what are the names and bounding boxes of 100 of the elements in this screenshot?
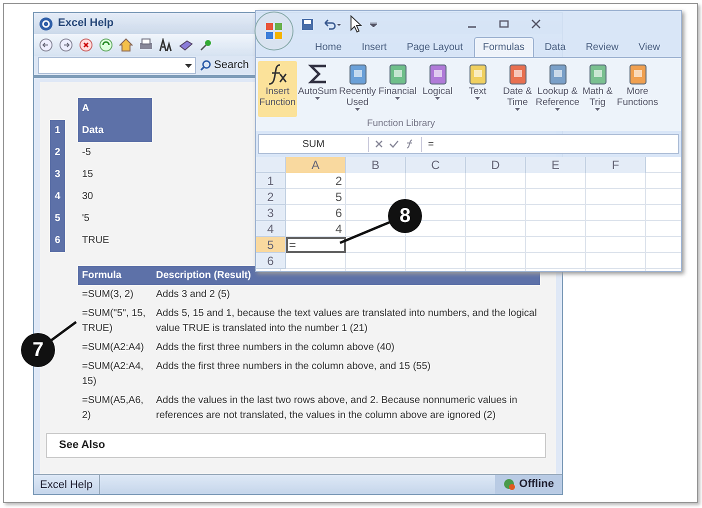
row-number: 4 bbox=[50, 186, 65, 208]
column-header: Description (Result) bbox=[155, 269, 252, 283]
text-size-icon[interactable] bbox=[159, 38, 173, 52]
table-cell-text: Adds the values in the last two rows above, and 2. Because nonnumeric values in references are not translated, the values in the column above are ignored (2) bbox=[155, 394, 518, 423]
ribbon-button[interactable]: More Functions bbox=[618, 61, 657, 117]
back-icon[interactable] bbox=[39, 38, 53, 52]
column-header[interactable]: B bbox=[346, 157, 406, 173]
row-header[interactable]: 5 bbox=[256, 237, 286, 253]
offline-status[interactable]: Offline bbox=[495, 475, 562, 494]
book-icon[interactable] bbox=[179, 38, 193, 52]
undo-icon[interactable] bbox=[322, 18, 342, 30]
leader-line bbox=[48, 320, 78, 342]
office-button-icon[interactable] bbox=[254, 11, 294, 51]
name-box[interactable]: SUM bbox=[259, 136, 369, 152]
window-title: Excel Help bbox=[58, 16, 114, 32]
book-icon bbox=[586, 62, 608, 86]
column-header[interactable]: E bbox=[526, 157, 586, 173]
ribbon-tab[interactable]: Page Layout bbox=[398, 37, 472, 57]
print-icon[interactable] bbox=[139, 38, 153, 52]
caret-icon[interactable] bbox=[185, 64, 192, 68]
callout-badge: 7 bbox=[21, 333, 55, 367]
book-icon bbox=[546, 62, 568, 86]
caret-icon[interactable] bbox=[370, 21, 377, 27]
grid-cell[interactable]: 5 bbox=[286, 189, 346, 205]
book-icon bbox=[626, 62, 648, 86]
column-header: Data bbox=[78, 120, 152, 142]
ribbon-button[interactable]: Financial bbox=[378, 61, 417, 117]
book-icon bbox=[386, 62, 408, 86]
ribbon-tab[interactable]: Formulas bbox=[474, 37, 534, 57]
table-cell-text: -5 bbox=[81, 146, 92, 160]
section-heading[interactable]: See Also bbox=[46, 433, 546, 458]
column-header[interactable]: D bbox=[466, 157, 526, 173]
ribbon-tab[interactable]: Review bbox=[576, 37, 628, 57]
row-number: 6 bbox=[50, 230, 65, 252]
grid-cell[interactable]: 4 bbox=[286, 221, 346, 237]
home-icon[interactable] bbox=[119, 38, 133, 52]
book-icon bbox=[506, 62, 528, 86]
ribbon-button[interactable]: Recently Used bbox=[338, 61, 377, 117]
refresh-icon[interactable] bbox=[99, 38, 113, 52]
help-icon bbox=[39, 16, 53, 30]
column-header[interactable]: A bbox=[286, 157, 346, 173]
maximize-icon[interactable] bbox=[499, 19, 509, 29]
cancel-icon[interactable] bbox=[375, 140, 383, 148]
stop-icon[interactable] bbox=[79, 38, 93, 52]
column-header[interactable]: F bbox=[586, 157, 646, 173]
table-cell-text: 15 bbox=[81, 168, 94, 182]
row-header[interactable]: 3 bbox=[256, 205, 286, 221]
row-header[interactable]: 2 bbox=[256, 189, 286, 205]
ribbon-button[interactable]: Logical bbox=[418, 61, 457, 117]
grid-cell[interactable]: 6 bbox=[286, 205, 346, 221]
ribbon-tab[interactable]: Data bbox=[536, 37, 575, 57]
row-header[interactable]: 6 bbox=[256, 253, 286, 269]
ribbon-tab[interactable]: Home bbox=[306, 37, 351, 57]
table-cell-text: =SUM(3, 2) bbox=[81, 288, 134, 302]
search-icon bbox=[200, 60, 211, 71]
ribbon-button[interactable]: Math & Trig bbox=[578, 61, 617, 117]
ribbon-button[interactable]: Lookup & Reference bbox=[538, 61, 577, 117]
function-icon[interactable] bbox=[405, 139, 415, 149]
grid-cell[interactable]: = bbox=[286, 237, 346, 253]
forward-icon[interactable] bbox=[59, 38, 73, 52]
table-cell-text: '5 bbox=[81, 212, 90, 226]
ribbon-button[interactable]: Text bbox=[458, 61, 497, 117]
ribbon-button[interactable]: Date & Time bbox=[498, 61, 537, 117]
table-cell-text: Adds 3 and 2 (5) bbox=[155, 288, 231, 302]
ribbon-button[interactable]: AutoSum bbox=[298, 61, 337, 117]
save-icon[interactable] bbox=[301, 18, 314, 30]
ribbon-tab[interactable]: View bbox=[629, 37, 669, 57]
row-header[interactable]: 1 bbox=[256, 173, 286, 189]
table-cell-text: =SUM(A2:A4, 15) bbox=[81, 360, 144, 389]
check-icon[interactable] bbox=[389, 140, 399, 148]
table-cell-text: 30 bbox=[81, 190, 94, 204]
column-header: Formula bbox=[81, 269, 122, 283]
status-text: Excel Help bbox=[34, 475, 100, 494]
table-cell-text: =SUM("5", 15, TRUE) bbox=[81, 307, 147, 336]
cursor-icon bbox=[350, 15, 362, 33]
table-cell-text: Adds the first three numbers in the column above, and 15 (55) bbox=[155, 360, 432, 374]
formula-field[interactable]: = bbox=[421, 136, 678, 152]
row-header[interactable]: 4 bbox=[256, 221, 286, 237]
table-cell-text: TRUE bbox=[81, 234, 110, 248]
row-number: 2 bbox=[50, 142, 65, 164]
row-number: 5 bbox=[50, 208, 65, 230]
table-cell-text: Adds 5, 15 and 1, because the text values are translated into numbers, and the logical value TRUE is translated into the number 1 (21) bbox=[155, 307, 538, 336]
table-cell-text: =SUM(A5,A6, 2) bbox=[81, 394, 144, 423]
book-icon bbox=[426, 62, 448, 86]
search-field[interactable] bbox=[38, 57, 196, 74]
row-number: 3 bbox=[50, 164, 65, 186]
ribbon-tab[interactable]: Insert bbox=[352, 37, 396, 57]
group-label: Function Library bbox=[366, 116, 436, 131]
ribbon-button[interactable]: Insert Function bbox=[258, 61, 297, 117]
column-header: A bbox=[78, 98, 152, 120]
table-cell-text: Adds the first three numbers in the column above (40) bbox=[155, 341, 396, 355]
book-icon bbox=[466, 62, 488, 86]
close-icon[interactable] bbox=[531, 19, 541, 29]
column-header[interactable]: C bbox=[406, 157, 466, 173]
pin-icon[interactable] bbox=[199, 38, 213, 52]
grid-cell[interactable]: 2 bbox=[286, 173, 346, 189]
search-button[interactable]: Search bbox=[200, 57, 249, 74]
row-number: 1 bbox=[50, 120, 65, 142]
table-cell-text: =SUM(A2:A4) bbox=[81, 341, 145, 355]
globe-icon bbox=[503, 478, 516, 491]
